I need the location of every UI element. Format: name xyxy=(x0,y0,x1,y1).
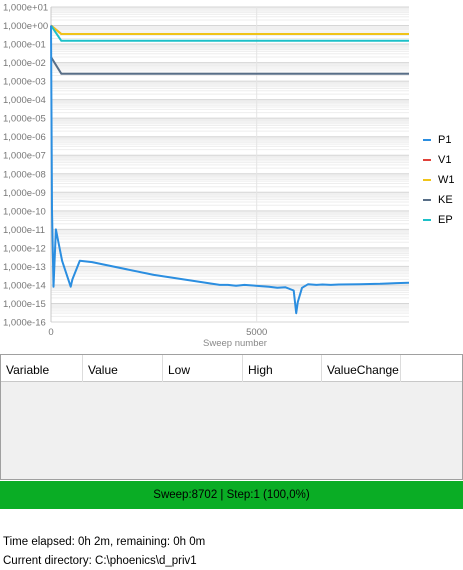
legend-swatch xyxy=(423,179,431,181)
y-tick-label: 1,000e-11 xyxy=(3,225,45,236)
x-tick-label: 0 xyxy=(48,327,53,338)
y-tick-label: 1,000e-15 xyxy=(3,299,46,310)
y-tick-label: 1,000e-10 xyxy=(3,206,46,217)
column-header-valuechange[interactable]: ValueChange xyxy=(322,355,401,382)
convergence-chart: 1,000e+01 1,000e+00 1,000e-01 1,000e-02 1,00… xyxy=(0,0,463,352)
y-tick-label: 1,000e-08 xyxy=(3,169,46,180)
column-header-value[interactable]: Value xyxy=(83,355,163,382)
legend-item-w1[interactable]: W1 xyxy=(423,170,463,190)
y-tick-label: 1,000e-09 xyxy=(3,188,46,199)
footer-info: Time elapsed: 0h 2m, remaining: 0h 0m Cu… xyxy=(3,533,205,570)
y-tick-label: 1,000e-06 xyxy=(3,132,46,143)
legend-label: W1 xyxy=(438,174,455,186)
legend-item-ep[interactable]: EP xyxy=(423,210,463,230)
legend-swatch xyxy=(423,199,431,201)
legend-swatch xyxy=(423,219,431,221)
status-text: Sweep:8702 | Step:1 (100,0%) xyxy=(153,489,310,501)
y-tick-label: 1,000e-14 xyxy=(3,280,46,291)
y-tick-label: 1,000e-01 xyxy=(3,40,46,51)
table-body xyxy=(1,382,462,479)
y-tick-label: 1,000e+00 xyxy=(3,21,48,32)
legend-item-ke[interactable]: KE xyxy=(423,190,463,210)
progress-status-bar: Sweep:8702 | Step:1 (100,0%) xyxy=(0,481,463,509)
column-header-high[interactable]: High xyxy=(243,355,322,382)
column-header-low[interactable]: Low xyxy=(163,355,243,382)
table-header: Variable Value Low High ValueChange xyxy=(1,355,462,382)
time-elapsed-text: Time elapsed: 0h 2m, remaining: 0h 0m xyxy=(3,536,206,548)
variables-table: Variable Value Low High ValueChange xyxy=(0,354,463,480)
current-directory-text: Current directory: C:\phoenics\d_priv1 xyxy=(3,555,197,567)
legend-swatch xyxy=(423,139,431,141)
chart-legend: P1 V1 W1 KE EP xyxy=(423,130,463,230)
legend-item-p1[interactable]: P1 xyxy=(423,130,463,150)
chart-canvas: 1,000e+01 1,000e+00 1,000e-01 1,000e-02 1,00… xyxy=(3,3,410,349)
legend-label: EP xyxy=(438,214,453,226)
legend-label: P1 xyxy=(438,134,452,146)
x-tick-label: 5000 xyxy=(246,327,267,338)
y-tick-label: 1,000e-16 xyxy=(3,318,46,329)
column-header-variable[interactable]: Variable xyxy=(1,355,83,382)
y-tick-label: 1,000e-02 xyxy=(3,58,46,69)
y-tick-label: 1,000e-12 xyxy=(3,243,46,254)
y-tick-label: 1,000e-07 xyxy=(3,151,46,162)
legend-label: KE xyxy=(438,194,453,206)
x-axis-label: Sweep number xyxy=(203,338,267,349)
legend-item-v1[interactable]: V1 xyxy=(423,150,463,170)
legend-label: V1 xyxy=(438,154,452,166)
y-tick-label: 1,000e-05 xyxy=(3,114,46,125)
y-tick-label: 1,000e-13 xyxy=(3,262,46,273)
legend-swatch xyxy=(423,159,431,161)
y-tick-label: 1,000e-04 xyxy=(3,95,46,106)
y-tick-label: 1,000e+01 xyxy=(3,3,48,14)
y-tick-label: 1,000e-03 xyxy=(3,77,46,88)
